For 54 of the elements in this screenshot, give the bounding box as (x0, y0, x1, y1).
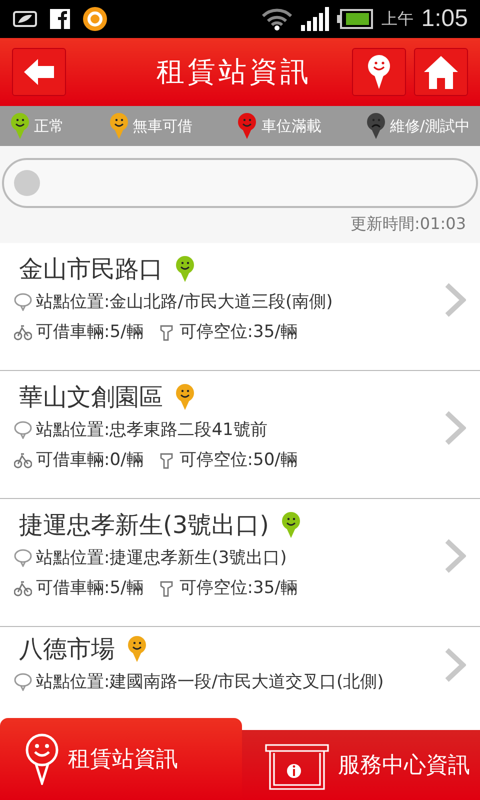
loading-dot-icon (14, 170, 40, 196)
location-pin-icon (14, 673, 32, 692)
chevron-right-icon (444, 647, 466, 683)
search-field[interactable] (2, 158, 478, 208)
smiley-pin-icon (366, 54, 392, 90)
home-icon (422, 54, 460, 90)
station-name: 金山市民路口 (19, 254, 163, 284)
legend-label: 正常 (34, 116, 64, 136)
location-pin-icon (14, 292, 32, 311)
leaf-icon (12, 10, 38, 28)
location-pin-icon (14, 420, 32, 439)
app-icon (82, 6, 108, 32)
station-name: 華山文創園區 (19, 382, 163, 412)
back-button[interactable] (12, 48, 66, 96)
smiley-pin-icon (24, 733, 60, 785)
chevron-right-icon (444, 410, 466, 446)
available-spaces: 可停空位:50/輛 (179, 448, 298, 472)
bottom-tab[interactable]: 服務中心資訊 (242, 730, 480, 800)
clock-period: 上午 (381, 8, 414, 30)
station-item[interactable]: 金山市民路口 站點位置:金山北路/市民大道三段(南側) 可借車輛:5/輛 可停空位:35/輛 (0, 243, 480, 371)
station-item[interactable]: 華山文創園區 站點位置:忠孝東路二段41號前 可借車輛:0/輛 可停空位:50/輛 (0, 371, 480, 499)
home-button[interactable] (414, 48, 468, 96)
station-address: 站點位置:建國南路一段/市民大道交叉口(北側) (36, 672, 384, 692)
station-name: 捷運忠孝新生(3號出口) (19, 510, 269, 540)
chevron-right-icon (444, 538, 466, 574)
back-arrow-icon (22, 57, 56, 87)
clock-time: 1:05 (421, 5, 468, 33)
available-bikes: 可借車輛:0/輛 (36, 448, 144, 472)
station-item[interactable]: 八德市場 站點位置:建國南路一段/市民大道交叉口(北側) (0, 627, 480, 717)
page-title: 租賃站資訊 (156, 54, 312, 90)
station-item[interactable]: 捷運忠孝新生(3號出口) 站點位置:捷運忠孝新生(3號出口) 可借車輛:5/輛 可停空位:35/輛 (0, 499, 480, 627)
available-bikes: 可借車輛:5/輛 (36, 320, 144, 344)
station-address: 站點位置:捷運忠孝新生(3號出口) (36, 548, 287, 568)
station-name: 八德市場 (19, 634, 115, 665)
available-spaces: 可停空位:35/輛 (179, 576, 298, 600)
available-spaces: 可停空位:35/輛 (179, 320, 298, 344)
location-pin-icon (14, 548, 32, 567)
available-bikes: 可借車輛:5/輛 (36, 576, 144, 600)
legend-label: 車位滿載 (261, 116, 322, 136)
station-address: 站點位置:金山北路/市民大道三段(南側) (36, 292, 333, 312)
bicycle-icon (14, 322, 32, 340)
signal-icon (301, 7, 330, 31)
map-pin-button[interactable] (352, 48, 406, 96)
legend-label: 維修/測試中 (390, 116, 470, 136)
bottom-tab[interactable]: 租賃站資訊 (0, 718, 242, 800)
bicycle-icon (14, 578, 32, 596)
legend-label: 無車可借 (132, 116, 193, 136)
chevron-right-icon (444, 282, 466, 318)
bicycle-icon (14, 450, 32, 468)
wifi-icon (261, 7, 294, 31)
battery-icon (337, 9, 374, 29)
facebook-icon (50, 9, 70, 29)
station-address: 站點位置:忠孝東路二段41號前 (36, 420, 268, 440)
update-time: 更新時間:01:03 (350, 213, 467, 235)
